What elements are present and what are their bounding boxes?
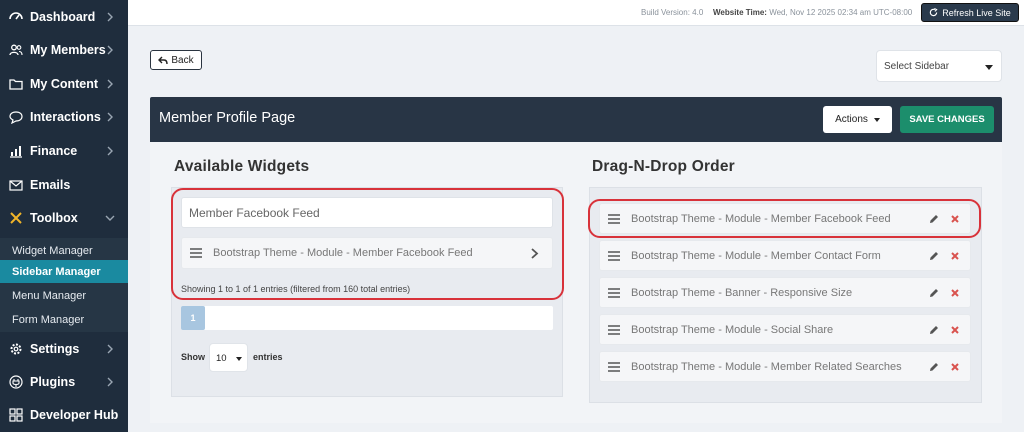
actions-dropdown-button[interactable]: Actions: [823, 106, 892, 133]
entries-length-select[interactable]: 10: [209, 343, 248, 372]
chevron-right-icon: [105, 343, 115, 354]
submenu-form-manager[interactable]: Form Manager: [0, 308, 128, 331]
chevron-right-icon: [105, 145, 115, 156]
dashboard-icon: [9, 10, 23, 24]
refresh-live-site-button[interactable]: Refresh Live Site: [921, 3, 1019, 22]
chevron-right-icon: [105, 11, 115, 22]
order-item[interactable]: Bootstrap Theme - Module - Member Relate…: [599, 351, 971, 382]
delete-icon[interactable]: [951, 326, 959, 334]
entries-length-value: 10: [216, 353, 227, 364]
website-time-value: Wed, Nov 12 2025 02:34 am UTC-08:00: [769, 8, 913, 17]
sidebar-item-developer-hub[interactable]: Developer Hub: [0, 400, 128, 430]
caret-down-icon: [236, 357, 242, 361]
drag-n-drop-title: Drag-N-Drop Order: [592, 158, 735, 175]
submenu-menu-manager[interactable]: Menu Manager: [0, 284, 128, 307]
order-item[interactable]: Bootstrap Theme - Module - Social Share: [599, 314, 971, 345]
sidebar-item-label: Settings: [30, 342, 80, 356]
order-item[interactable]: Bootstrap Theme - Module - Member Contac…: [599, 240, 971, 271]
sidebar-item-dashboard[interactable]: Dashboard: [0, 2, 128, 32]
gear-icon: [9, 342, 23, 356]
sidebar-item-label: Developer Hub: [30, 408, 119, 422]
sidebar-item-label: Toolbox: [30, 211, 78, 225]
sidebar-item-toolbox[interactable]: Toolbox: [0, 203, 128, 233]
entries-label: entries: [253, 352, 283, 362]
toolbox-submenu: Widget Manager Sidebar Manager Menu Mana…: [0, 238, 128, 332]
envelope-icon: [9, 178, 23, 192]
sidebar-item-settings[interactable]: Settings: [0, 334, 128, 364]
website-time: Website Time: Wed, Nov 12 2025 02:34 am …: [713, 8, 912, 17]
order-item-label: Bootstrap Theme - Module - Member Relate…: [631, 360, 902, 373]
select-sidebar-value: Select Sidebar: [884, 61, 950, 72]
highlight-annotation: [171, 188, 564, 300]
sidebar-item-label: Plugins: [30, 375, 76, 389]
sidebar-item-finance[interactable]: Finance: [0, 136, 128, 166]
tools-icon: [9, 211, 23, 225]
sidebar: Dashboard My Members My Content Interact…: [0, 0, 128, 432]
website-time-label: Website Time:: [713, 8, 767, 17]
sidebar-item-interactions[interactable]: Interactions: [0, 102, 128, 132]
show-label: Show: [181, 352, 205, 362]
chat-icon: [9, 110, 23, 124]
drag-handle-icon[interactable]: [608, 287, 620, 298]
highlight-annotation: [588, 199, 981, 238]
caret-down-icon: [873, 117, 880, 122]
pagination: [181, 306, 553, 330]
order-item-label: Bootstrap Theme - Module - Social Share: [631, 323, 834, 336]
sidebar-item-label: Emails: [30, 178, 71, 192]
pencil-icon[interactable]: [929, 362, 939, 372]
page-1-button[interactable]: 1: [181, 306, 205, 330]
sidebar-item-label: Interactions: [30, 110, 101, 124]
delete-icon[interactable]: [951, 252, 959, 260]
panel-header: Member Profile Page Actions SAVE CHANGES: [150, 97, 1002, 142]
order-item[interactable]: Bootstrap Theme - Banner - Responsive Si…: [599, 277, 971, 308]
order-item-label: Bootstrap Theme - Module - Member Contac…: [631, 249, 881, 262]
drag-handle-icon[interactable]: [608, 324, 620, 335]
members-icon: [9, 43, 23, 57]
back-arrow-icon: [158, 56, 169, 65]
select-sidebar-dropdown[interactable]: Select Sidebar: [876, 50, 1002, 82]
order-item-label: Bootstrap Theme - Banner - Responsive Si…: [631, 286, 853, 299]
top-bar: Build Version: 4.0 Website Time: Wed, No…: [128, 0, 1024, 26]
available-widgets-title: Available Widgets: [174, 158, 310, 175]
sidebar-item-label: My Content: [30, 77, 99, 91]
pencil-icon[interactable]: [929, 288, 939, 298]
sidebar-item-label: Dashboard: [30, 10, 96, 24]
refresh-icon: [930, 8, 938, 17]
submenu-sidebar-manager[interactable]: Sidebar Manager: [0, 260, 128, 283]
plugin-icon: [9, 375, 23, 389]
chevron-right-icon: [105, 78, 115, 89]
pencil-icon[interactable]: [929, 325, 939, 335]
page-title: Member Profile Page: [159, 110, 296, 126]
delete-icon[interactable]: [951, 289, 959, 297]
chart-icon: [9, 144, 23, 158]
drag-handle-icon[interactable]: [608, 361, 620, 372]
folder-icon: [9, 77, 23, 91]
chevron-right-icon: [105, 44, 115, 55]
delete-icon[interactable]: [951, 363, 959, 371]
back-label: Back: [171, 54, 194, 66]
sidebar-item-label: My Members: [30, 43, 106, 57]
grid-icon: [9, 408, 23, 422]
refresh-label: Refresh Live Site: [942, 7, 1011, 18]
submenu-widget-manager[interactable]: Widget Manager: [0, 239, 128, 262]
chevron-right-icon: [105, 376, 115, 387]
sidebar-item-plugins[interactable]: Plugins: [0, 367, 128, 397]
sidebar-item-label: Finance: [30, 144, 78, 158]
chevron-down-icon: [105, 212, 115, 222]
drag-handle-icon[interactable]: [608, 250, 620, 261]
actions-label: Actions: [835, 114, 868, 125]
save-changes-button[interactable]: SAVE CHANGES: [900, 106, 994, 133]
pencil-icon[interactable]: [929, 251, 939, 261]
back-button[interactable]: Back: [150, 50, 202, 70]
caret-down-icon: [985, 65, 993, 70]
sidebar-item-my-content[interactable]: My Content: [0, 69, 128, 99]
build-version: Build Version: 4.0: [641, 8, 704, 17]
chevron-right-icon: [105, 111, 115, 122]
sidebar-item-emails[interactable]: Emails: [0, 170, 128, 200]
sidebar-item-my-members[interactable]: My Members: [0, 35, 128, 65]
